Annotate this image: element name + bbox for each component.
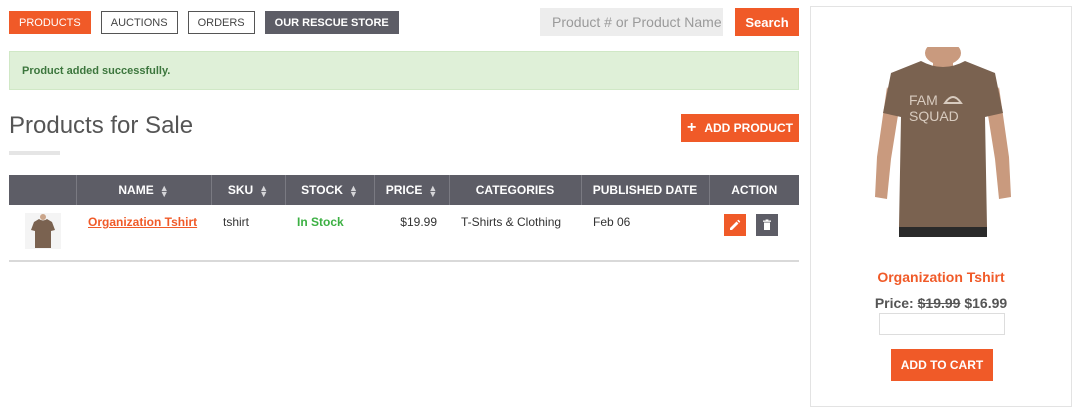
sale-price: $16.99 (964, 295, 1008, 311)
product-name-link[interactable]: Organization Tshirt (88, 215, 197, 229)
tab-rescue-store[interactable]: OUR RESCUE STORE (264, 11, 399, 34)
price-label: Price: (874, 295, 918, 311)
pencil-icon (730, 219, 741, 230)
page-title: Products for Sale (9, 112, 194, 139)
products-table: NAME ▲ ▼ SKU ▲ ▼ STOCK ▲ ▼ PRICE ▲ ▼ CATEGORIES … (9, 175, 799, 262)
tshirt-image[interactable]: FAM SQUAD (869, 47, 1017, 237)
product-published-date: Feb 06 (581, 205, 709, 262)
shirt-print-line1: FAM (909, 92, 938, 108)
product-preview-card: FAM SQUAD Organization Tshirt Price: $19… (810, 6, 1072, 407)
alert-message: Product added successfully. (22, 64, 171, 77)
product-actions (709, 205, 799, 262)
col-image (9, 175, 77, 205)
product-price: $19.99 (374, 205, 449, 262)
col-name[interactable]: NAME ▲ ▼ (76, 175, 212, 205)
tab-orders[interactable]: ORDERS (187, 11, 255, 34)
search-button[interactable]: Search (735, 8, 799, 36)
sort-icon: ▲ ▼ (159, 182, 169, 199)
table-row: Organization Tshirt tshirt In Stock $19.… (9, 205, 799, 262)
tab-products[interactable]: PRODUCTS (9, 11, 91, 34)
stock-status: In Stock (297, 215, 344, 229)
product-sku: tshirt (211, 205, 285, 262)
add-product-label: ADD PRODUCT (704, 121, 793, 135)
success-alert: Product added successfully. (9, 51, 799, 90)
col-price[interactable]: PRICE ▲ ▼ (374, 175, 450, 205)
preview-product-name: Organization Tshirt (877, 269, 1005, 285)
preview-price: Price: $19.99 $16.99 (811, 295, 1071, 311)
trash-icon (762, 219, 771, 230)
add-to-cart-button[interactable]: ADD TO CART (891, 349, 993, 381)
add-product-button[interactable]: + ADD PRODUCT (681, 114, 799, 142)
sort-icon: ▲ ▼ (259, 182, 269, 199)
product-categories: T-Shirts & Clothing (449, 205, 581, 262)
col-sku[interactable]: SKU ▲ ▼ (211, 175, 286, 205)
title-underline (9, 151, 60, 155)
edit-button[interactable] (724, 214, 747, 236)
col-categories: CATEGORIES (449, 175, 582, 205)
tshirt-thumbnail[interactable] (24, 213, 61, 249)
product-stock: In Stock (285, 205, 374, 262)
quantity-input[interactable] (879, 313, 1005, 335)
delete-button[interactable] (755, 214, 778, 236)
table-header-row: NAME ▲ ▼ SKU ▲ ▼ STOCK ▲ ▼ PRICE ▲ ▼ CATEGORIES … (9, 175, 799, 205)
col-published-date: PUBLISHED DATE (581, 175, 710, 205)
product-name-cell: Organization Tshirt (76, 205, 211, 262)
col-stock[interactable]: STOCK ▲ ▼ (285, 175, 375, 205)
top-nav: PRODUCTS AUCTIONS ORDERS OUR RESCUE STOR… (9, 11, 399, 34)
search-input[interactable] (540, 8, 723, 36)
product-thumbnail-cell (9, 205, 76, 262)
plus-icon: + (686, 119, 697, 136)
sort-icon: ▲ ▼ (428, 182, 438, 199)
sort-icon: ▲ ▼ (348, 182, 358, 199)
tab-auctions[interactable]: AUCTIONS (100, 11, 178, 34)
old-price: $19.99 (917, 295, 961, 311)
col-action: ACTION (709, 175, 799, 205)
shirt-print-line2: SQUAD (909, 108, 959, 124)
